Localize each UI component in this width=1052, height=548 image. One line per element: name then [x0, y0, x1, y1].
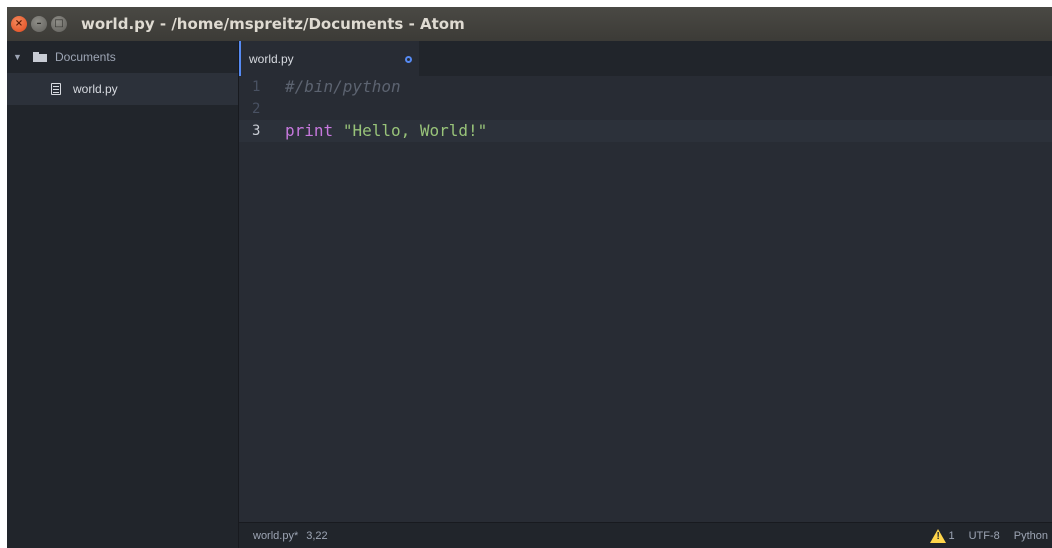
tab-label: world.py: [249, 51, 294, 66]
tree-view: ▼ Documents world.py: [7, 41, 239, 548]
close-window-button[interactable]: ×: [11, 16, 27, 32]
warning-count: 1: [948, 529, 955, 542]
line-number: 1: [252, 79, 261, 95]
keyword-token: print: [285, 121, 334, 140]
modified-indicator-icon[interactable]: [405, 56, 412, 63]
minimize-window-button[interactable]: –: [31, 16, 47, 32]
string-token: "Hello, World!": [342, 121, 488, 140]
status-grammar[interactable]: Python: [1014, 530, 1048, 542]
window-title: world.py - /home/mspreitz/Documents - At…: [81, 15, 465, 33]
maximize-icon: □: [54, 18, 64, 29]
tree-file-label: world.py: [73, 82, 118, 96]
code-line[interactable]: 1 #/bin/python: [239, 76, 1052, 98]
status-encoding[interactable]: UTF-8: [969, 530, 1000, 542]
minimize-icon: –: [36, 18, 42, 29]
warning-icon: !: [930, 528, 947, 543]
tab-world-py[interactable]: world.py: [239, 41, 419, 76]
code-text: #/bin/python: [285, 76, 401, 98]
title-bar: × – □ world.py - /home/mspreitz/Document…: [7, 7, 1052, 41]
maximize-window-button[interactable]: □: [51, 16, 67, 32]
tree-folder-documents[interactable]: ▼ Documents: [7, 41, 238, 73]
editor-pane[interactable]: 1 #/bin/python 2 3 print "Hello, World!": [239, 76, 1052, 523]
line-number: 3: [252, 123, 261, 139]
status-file-name[interactable]: world.py*: [253, 530, 298, 542]
atom-window: × – □ world.py - /home/mspreitz/Document…: [7, 7, 1052, 548]
code-text: print "Hello, World!": [285, 120, 487, 142]
status-warnings[interactable]: ! 1: [930, 528, 955, 543]
status-bar: world.py* 3,22 ! 1 UTF-8 Python: [239, 522, 1052, 548]
folder-icon: [33, 52, 47, 62]
code-line-cursor[interactable]: 3 print "Hello, World!": [239, 120, 1052, 142]
status-cursor-position[interactable]: 3,22: [306, 530, 327, 542]
close-icon: ×: [14, 18, 24, 29]
chevron-down-icon[interactable]: ▼: [13, 52, 23, 62]
line-number: 2: [252, 101, 261, 117]
tree-folder-label: Documents: [55, 50, 116, 64]
file-text-icon: [51, 83, 61, 95]
code-line[interactable]: 2: [239, 98, 1052, 120]
tree-file-world-py[interactable]: world.py: [7, 73, 238, 105]
comment-token: #/bin/python: [285, 77, 401, 96]
tab-bar: world.py: [239, 41, 1052, 76]
